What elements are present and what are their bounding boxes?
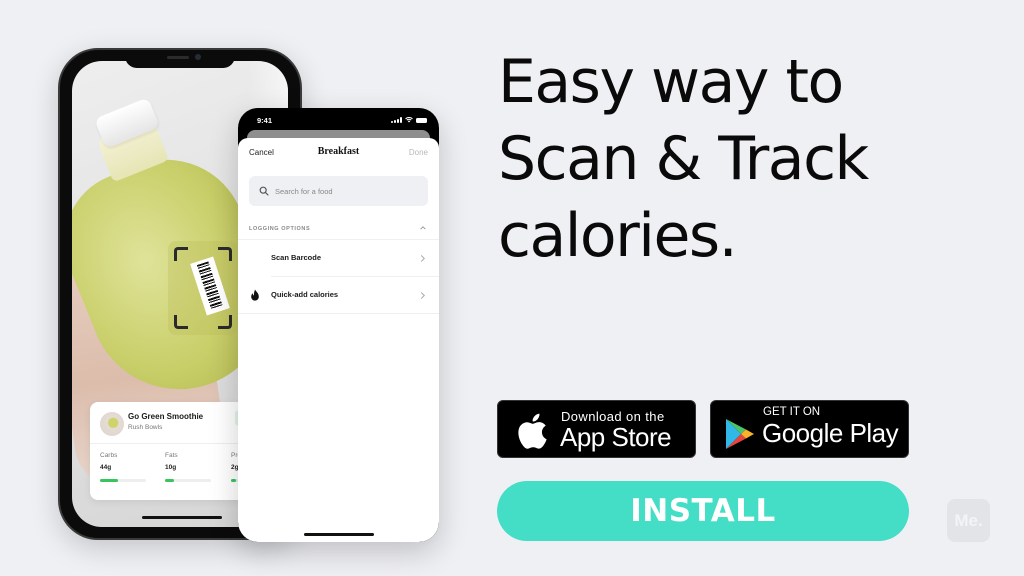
headline-line: calories. [498, 201, 738, 271]
chevron-right-icon [420, 292, 425, 299]
headline-line: Scan & Track [498, 124, 869, 194]
status-icons [391, 117, 427, 123]
wifi-icon [405, 117, 413, 123]
scan-corner-top-left [174, 247, 188, 261]
divider [238, 313, 439, 314]
headline-line: Easy way to [498, 47, 844, 117]
barcode-scan-frame [168, 241, 238, 335]
brand-logo: Me. [947, 499, 990, 542]
section-title: LOGGING OPTIONS [249, 226, 311, 232]
macro-progress-fill [231, 479, 236, 482]
flame-icon [251, 289, 259, 301]
macro-label: Carbs [100, 452, 118, 459]
logging-options-header[interactable]: LOGGING OPTIONS [238, 222, 439, 240]
badge-big-text: Google Play [762, 418, 899, 448]
headline: Easy way to Scan & Track calories. [498, 44, 869, 275]
phone-notch [125, 50, 235, 68]
badge-big-text: App Store [560, 422, 672, 452]
home-indicator [142, 516, 222, 519]
food-search-bar[interactable] [249, 176, 428, 206]
macro-carbs: Carbs 44g [100, 452, 148, 482]
macro-progress-bar [100, 479, 146, 482]
chevron-right-icon [420, 255, 425, 262]
barcode-icon [190, 256, 230, 316]
scan-corner-bottom-left [174, 315, 188, 329]
google-play-badge[interactable]: GET IT ON Google Play [710, 400, 909, 458]
scan-corner-bottom-right [218, 315, 232, 329]
food-brand: Rush Bowls [128, 424, 163, 431]
front-camera-icon [195, 54, 201, 60]
macro-progress-fill [165, 479, 175, 482]
divider [90, 443, 260, 444]
macro-value: 44g [100, 464, 112, 471]
done-button[interactable]: Done [409, 148, 428, 157]
option-quick-add-calories[interactable]: Quick-add calories [238, 277, 439, 314]
google-play-icon [726, 419, 754, 449]
app-phone-mockup: 9:41 Cancel Breakfast Done LOGGING OPTIO… [238, 108, 439, 542]
option-label: Quick-add calories [271, 290, 339, 299]
macro-label: Fats [165, 452, 178, 459]
status-bar: 9:41 [238, 108, 439, 132]
food-name: Go Green Smoothie [128, 412, 204, 421]
app-store-badge[interactable]: Download on the App Store [497, 400, 696, 458]
signal-icon [391, 117, 402, 123]
speaker-grille [167, 56, 189, 59]
breakfast-sheet: Cancel Breakfast Done LOGGING OPTIONS Sc… [238, 138, 439, 542]
macro-progress-fill [100, 479, 119, 482]
food-result-card[interactable]: Go Green Smoothie Rush Bowls 25 Carbs 44… [90, 402, 260, 500]
macro-fats: Fats 10g [165, 452, 213, 482]
food-thumbnail [100, 412, 124, 436]
apple-icon [518, 413, 547, 449]
install-button[interactable]: INSTALL [497, 481, 909, 541]
search-icon [259, 186, 269, 196]
option-label: Scan Barcode [271, 253, 322, 262]
cancel-button[interactable]: Cancel [249, 148, 274, 157]
badge-small-text: GET IT ON [763, 406, 821, 418]
status-time: 9:41 [257, 116, 273, 125]
home-indicator [304, 533, 374, 536]
option-scan-barcode[interactable]: Scan Barcode [238, 240, 439, 277]
macro-progress-bar [165, 479, 211, 482]
chevron-up-icon[interactable] [419, 224, 427, 232]
macro-value: 10g [165, 464, 177, 471]
scan-corner-top-right [218, 247, 232, 261]
search-input[interactable] [275, 186, 415, 196]
battery-icon [416, 118, 427, 123]
